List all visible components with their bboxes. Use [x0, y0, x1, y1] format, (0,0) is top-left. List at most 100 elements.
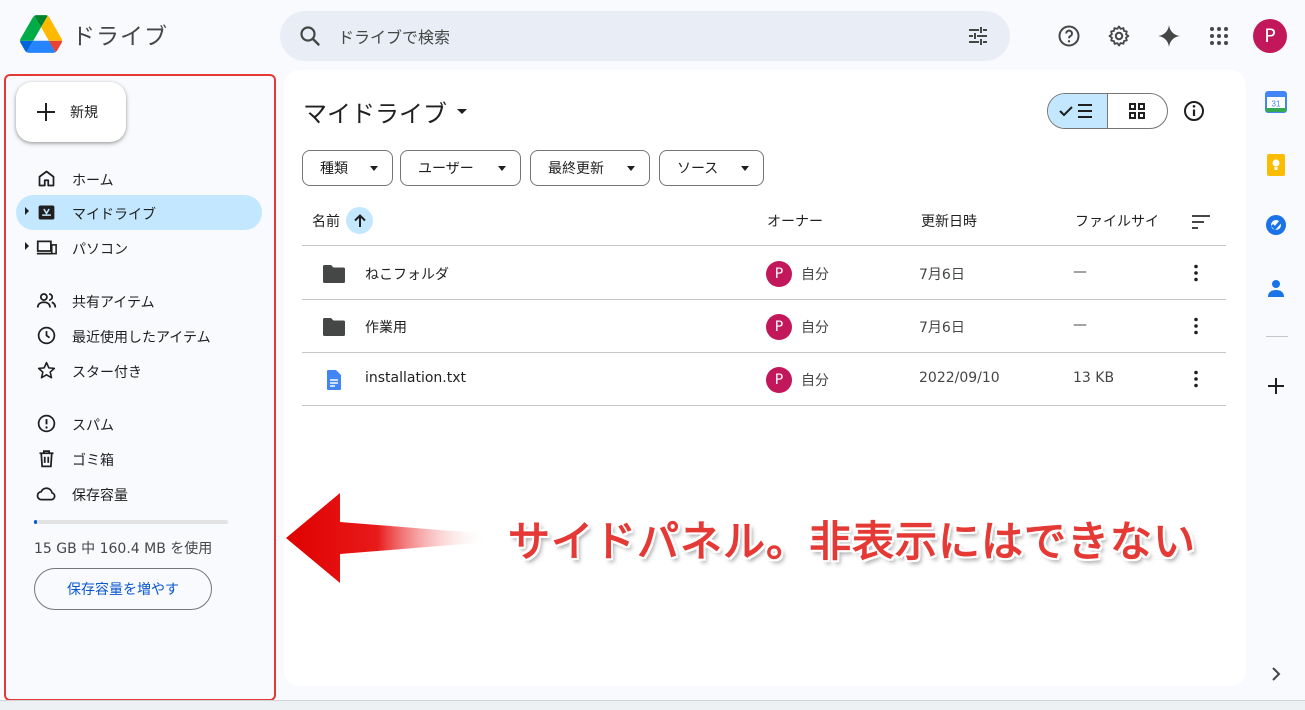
- plus-icon: [37, 103, 55, 121]
- sidebar-item-spam[interactable]: スパム: [16, 406, 262, 441]
- search-options-icon[interactable]: [966, 24, 990, 48]
- chevron-right-icon[interactable]: [1264, 662, 1288, 686]
- help-icon: [1058, 25, 1080, 47]
- page-title-text: マイドライブ: [303, 100, 447, 128]
- table-row[interactable]: 作業用 P 自分 7月6日 —: [302, 300, 1226, 353]
- annotation-arrow: [286, 493, 489, 583]
- filter-label: 種類: [320, 161, 348, 177]
- more-vert-icon[interactable]: [1184, 314, 1208, 338]
- file-owner: 自分: [801, 320, 829, 336]
- spam-icon: [37, 414, 56, 433]
- sidebar-item-my-drive[interactable]: マイドライブ: [16, 195, 262, 230]
- column-header-name[interactable]: 名前: [312, 211, 340, 231]
- filter-modified[interactable]: 最終更新: [530, 150, 650, 186]
- filter-type[interactable]: 種類: [302, 150, 393, 186]
- search-input[interactable]: ドライブで検索: [338, 24, 450, 48]
- view-toggle: [1047, 93, 1168, 129]
- page-title[interactable]: マイドライブ: [303, 94, 467, 129]
- file-name: installation.txt: [365, 370, 467, 386]
- list-view-button[interactable]: [1048, 94, 1108, 128]
- avatar: P: [766, 367, 792, 393]
- file-owner: 自分: [801, 267, 829, 283]
- contacts-icon[interactable]: [1264, 276, 1288, 300]
- column-header-size[interactable]: ファイルサイ: [1075, 211, 1159, 231]
- rail-divider: [1266, 336, 1288, 337]
- grid-view-button[interactable]: [1108, 94, 1168, 128]
- sidebar-item-trash[interactable]: ゴミ箱: [16, 441, 262, 476]
- column-header-modified[interactable]: 更新日時: [921, 211, 977, 231]
- file-name: ねこフォルダ: [365, 267, 449, 283]
- sidebar-item-label: パソコン: [72, 242, 128, 258]
- more-vert-icon[interactable]: [1184, 261, 1208, 285]
- computers-icon: [36, 240, 57, 255]
- chevron-down-icon: [498, 166, 506, 171]
- expand-arrow-icon[interactable]: [25, 207, 29, 215]
- list-view-icon: [1059, 104, 1093, 118]
- sidebar-item-home[interactable]: ホーム: [16, 161, 262, 196]
- gear-icon: [1108, 25, 1130, 47]
- sidebar-item-starred[interactable]: スター付き: [16, 353, 262, 388]
- sidebar-item-storage[interactable]: 保存容量: [16, 476, 262, 511]
- sidebar-item-label: スパム: [72, 418, 114, 434]
- expand-arrow-icon[interactable]: [25, 242, 29, 250]
- sidebar: 新規 ホーム マイドライブ パソコン 共有アイテム 最近使用したアイテム スター…: [4, 74, 276, 701]
- gemini-button[interactable]: [1151, 18, 1187, 54]
- sidebar-item-label: 最近使用したアイテム: [72, 330, 211, 346]
- drive-logo-icon: [20, 15, 62, 53]
- clock-icon: [37, 326, 56, 345]
- table-row[interactable]: installation.txt P 自分 2022/09/10 13 KB: [302, 353, 1226, 406]
- sort-options-icon[interactable]: [1189, 210, 1213, 234]
- storage-usage-text: 15 GB 中 160.4 MB を使用: [34, 541, 213, 557]
- sparkle-icon: [1158, 25, 1180, 47]
- filter-people[interactable]: ユーザー: [400, 150, 521, 186]
- home-icon: [38, 170, 55, 187]
- account-avatar[interactable]: P: [1253, 19, 1287, 53]
- filter-label: 最終更新: [548, 161, 604, 177]
- file-owner: 自分: [801, 373, 829, 389]
- get-more-storage-button[interactable]: 保存容量を増やす: [34, 568, 212, 610]
- grid-view-icon: [1129, 103, 1146, 119]
- filter-label: ソース: [677, 161, 719, 177]
- keep-icon[interactable]: [1264, 153, 1288, 177]
- avatar: P: [766, 314, 792, 340]
- file-name: 作業用: [365, 320, 407, 336]
- trash-icon: [39, 450, 54, 468]
- sidebar-item-label: ゴミ箱: [72, 453, 114, 469]
- sort-direction-button[interactable]: [346, 207, 373, 234]
- annotation-text: サイドパネル。非表示にはできない: [508, 517, 1197, 566]
- sidebar-item-label: 共有アイテム: [72, 295, 155, 311]
- column-header-owner[interactable]: オーナー: [767, 211, 823, 231]
- svg-text:31: 31: [1272, 100, 1281, 109]
- search-bar[interactable]: ドライブで検索: [280, 11, 1010, 61]
- file-size: 13 KB: [1073, 370, 1115, 386]
- apps-button[interactable]: [1201, 18, 1237, 54]
- file-size: —: [1073, 317, 1087, 333]
- file-modified: 7月6日: [919, 267, 965, 283]
- info-icon[interactable]: [1182, 99, 1206, 123]
- table-row[interactable]: ねこフォルダ P 自分 7月6日 —: [302, 247, 1226, 300]
- sidebar-item-recent[interactable]: 最近使用したアイテム: [16, 318, 262, 353]
- main-panel: マイドライブ 種類 ユーザー 最終更新 ソース 名前 オーナー 更新日時 ファイ…: [284, 70, 1246, 686]
- folder-icon: [323, 318, 345, 336]
- star-icon: [37, 361, 56, 379]
- add-app-plus-icon[interactable]: [1264, 374, 1288, 398]
- file-size: —: [1073, 264, 1087, 280]
- calendar-icon[interactable]: 31: [1264, 90, 1288, 114]
- storage-usage-bar: [34, 520, 228, 524]
- filter-source[interactable]: ソース: [659, 150, 764, 186]
- cloud-icon: [36, 487, 56, 501]
- search-icon[interactable]: [298, 24, 322, 48]
- sidebar-item-shared[interactable]: 共有アイテム: [16, 283, 262, 318]
- avatar: P: [766, 261, 792, 287]
- drive-logo[interactable]: ドライブ: [20, 15, 168, 53]
- sidebar-item-computers[interactable]: パソコン: [16, 230, 262, 265]
- chevron-down-icon: [370, 166, 378, 171]
- apps-grid-icon: [1210, 27, 1228, 45]
- table-header: 名前 オーナー 更新日時 ファイルサイ: [302, 198, 1226, 246]
- more-vert-icon[interactable]: [1184, 367, 1208, 391]
- settings-button[interactable]: [1101, 18, 1137, 54]
- folder-icon: [323, 265, 345, 283]
- help-button[interactable]: [1051, 18, 1087, 54]
- new-button[interactable]: 新規: [16, 82, 126, 142]
- tasks-icon[interactable]: [1264, 213, 1288, 237]
